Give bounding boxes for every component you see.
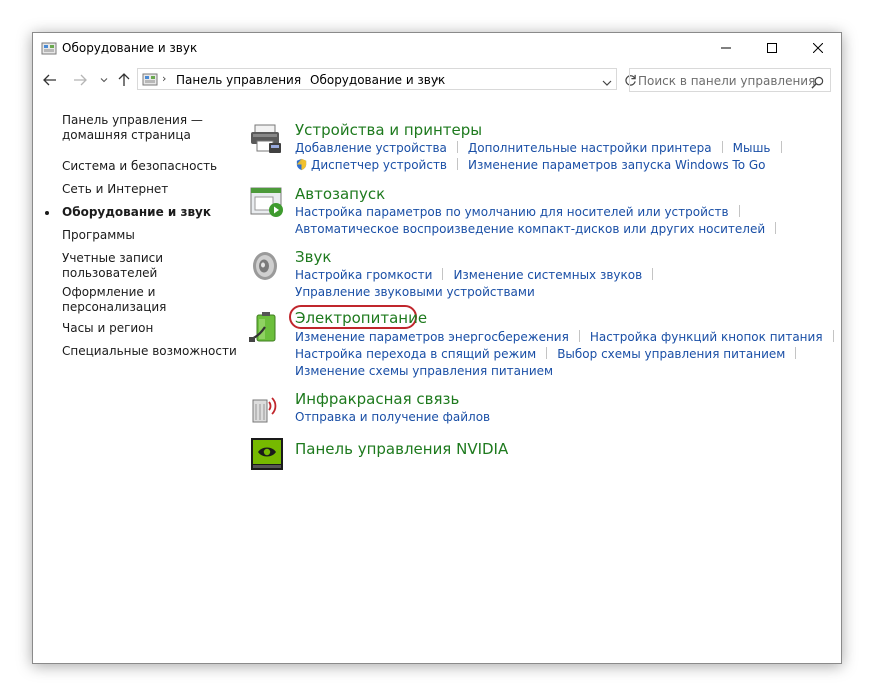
search-placeholder: Поиск в панели управления [638, 74, 816, 88]
link-printer-settings[interactable]: Дополнительные настройки принтера [468, 141, 712, 155]
sidebar-item-label: Оборудование и звук [62, 205, 211, 219]
nvidia-icon [251, 438, 283, 470]
sidebar-item-home[interactable]: Панель управления — домашняя страница [62, 113, 252, 143]
arrow-left-icon [43, 74, 56, 86]
breadcrumb-hardware-sound[interactable]: Оборудование и звук [310, 73, 445, 87]
search-icon [811, 76, 824, 89]
arrow-right-icon [74, 74, 87, 86]
control-panel-window: Оборудование и звук › Панель управления … [32, 32, 842, 664]
link-power-saving[interactable]: Изменение параметров энергосбережения [295, 330, 569, 344]
sidebar-item-clock-region[interactable]: Часы и регион [62, 321, 252, 336]
forward-button[interactable] [71, 70, 89, 90]
minimize-button[interactable] [703, 33, 749, 63]
link-add-device[interactable]: Добавление устройства [295, 141, 447, 155]
maximize-icon [767, 43, 777, 53]
link-audio-devices[interactable]: Управление звуковыми устройствами [295, 285, 535, 299]
arrow-up-icon [118, 73, 130, 86]
breadcrumb-separator-icon[interactable]: › [435, 72, 439, 85]
link-windows-to-go[interactable]: Изменение параметров запуска Windows To … [468, 158, 765, 172]
category-title[interactable]: Инфракрасная связь [295, 390, 459, 408]
breadcrumb-separator-icon[interactable]: › [162, 72, 166, 85]
active-bullet-icon [45, 211, 49, 215]
chevron-down-icon [100, 78, 108, 83]
link-send-receive-files[interactable]: Отправка и получение файлов [295, 410, 490, 424]
navigation-bar: › Панель управления › Оборудование и зву… [33, 67, 841, 93]
link-sleep-settings[interactable]: Настройка перехода в спящий режим [295, 347, 536, 361]
title-bar: Оборудование и звук [33, 33, 841, 63]
up-button[interactable] [115, 70, 133, 90]
search-input[interactable]: Поиск в панели управления [629, 68, 831, 92]
link-volume[interactable]: Настройка громкости [295, 268, 432, 282]
control-panel-icon [142, 73, 158, 86]
link-choose-plan[interactable]: Выбор схемы управления питанием [557, 347, 785, 361]
sidebar-item-network-internet[interactable]: Сеть и Интернет [62, 182, 252, 197]
link-power-buttons[interactable]: Настройка функций кнопок питания [590, 330, 823, 344]
search-button[interactable] [811, 74, 824, 93]
printer-icon [251, 124, 281, 153]
shield-icon [296, 158, 307, 171]
sidebar-item-programs[interactable]: Программы [62, 228, 252, 243]
category-title[interactable]: Устройства и принтеры [295, 121, 482, 139]
link-edit-plan[interactable]: Изменение схемы управления питанием [295, 364, 553, 378]
sidebar-item-user-accounts[interactable]: Учетные записи пользователей [62, 251, 172, 281]
link-mouse[interactable]: Мышь [733, 141, 771, 155]
breadcrumb-separator-icon[interactable]: › [297, 72, 301, 85]
speaker-icon [253, 252, 277, 280]
minimize-icon [721, 47, 731, 49]
battery-icon [249, 312, 276, 342]
maximize-button[interactable] [749, 33, 795, 63]
category-title[interactable]: Панель управления NVIDIA [295, 440, 508, 458]
link-autoplay-defaults[interactable]: Настройка параметров по умолчанию для но… [295, 205, 729, 219]
link-system-sounds[interactable]: Изменение системных звуков [453, 268, 642, 282]
sidebar-item-system-security[interactable]: Система и безопасность [62, 159, 252, 174]
control-panel-icon [41, 42, 57, 55]
chevron-down-icon [602, 80, 612, 86]
breadcrumb-control-panel[interactable]: Панель управления [176, 73, 301, 87]
autoplay-icon [250, 187, 283, 217]
sidebar-item-accessibility[interactable]: Специальные возможности [62, 344, 252, 359]
close-button[interactable] [795, 33, 841, 63]
category-title[interactable]: Автозапуск [295, 185, 385, 203]
infrared-icon [252, 397, 277, 423]
link-autoplay-cd[interactable]: Автоматическое воспроизведение компакт-д… [295, 222, 765, 236]
close-icon [813, 43, 823, 53]
sidebar-item-appearance[interactable]: Оформление и персонализация [62, 285, 172, 315]
back-button[interactable] [41, 70, 59, 90]
link-device-manager[interactable]: Диспетчер устройств [311, 158, 447, 172]
address-dropdown-button[interactable] [602, 73, 612, 92]
address-bar[interactable]: › Панель управления › Оборудование и зву… [137, 68, 617, 90]
category-title[interactable]: Электропитание [295, 309, 427, 327]
window-title: Оборудование и звук [62, 41, 198, 55]
sidebar-item-hardware-sound[interactable]: Оборудование и звук [45, 205, 252, 220]
category-title[interactable]: Звук [295, 248, 331, 266]
recent-pages-button[interactable] [95, 70, 113, 90]
